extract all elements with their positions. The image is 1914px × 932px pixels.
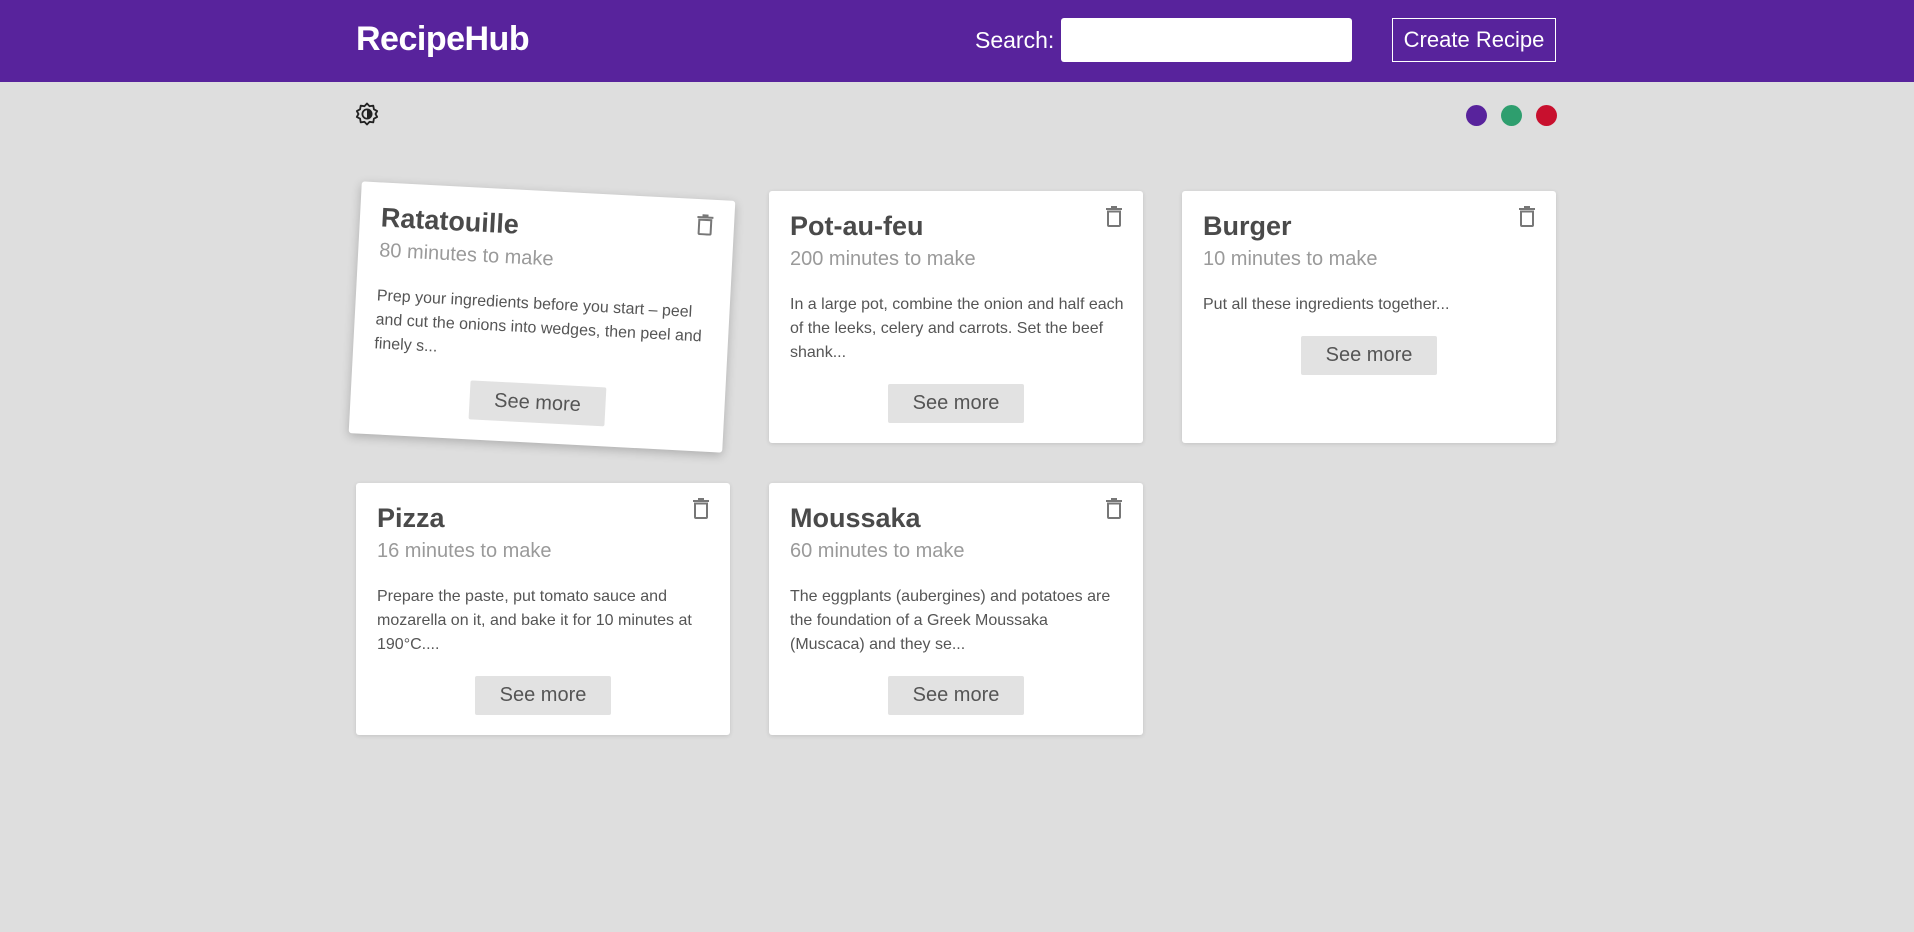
recipe-description: Put all these ingredients together...	[1203, 296, 1450, 313]
recipe-time: 16 minutes to make	[377, 540, 552, 562]
recipe-title: Burger	[1203, 211, 1292, 241]
app-logo[interactable]: RecipeHub	[356, 20, 530, 59]
recipe-time: 60 minutes to make	[790, 540, 965, 562]
delete-icon[interactable]	[1105, 497, 1123, 519]
delete-icon[interactable]	[1518, 205, 1536, 227]
recipe-title: Pot-au-feu	[790, 211, 924, 241]
recipe-description: Prep your ingredients before you start –…	[373, 287, 703, 356]
see-more-button[interactable]: See more	[888, 384, 1024, 423]
recipe-card[interactable]: Pot-au-feu 200 minutes to make In a larg…	[769, 191, 1143, 443]
delete-icon[interactable]	[696, 213, 715, 236]
delete-icon[interactable]	[692, 497, 710, 519]
recipe-description: Prepare the paste, put tomato sauce and …	[377, 588, 692, 653]
see-more-button[interactable]: See more	[468, 380, 607, 427]
create-recipe-button[interactable]: Create Recipe	[1392, 18, 1556, 62]
delete-icon[interactable]	[1105, 205, 1123, 227]
recipe-description: In a large pot, combine the onion and ha…	[790, 296, 1124, 361]
brightness-icon[interactable]	[355, 102, 379, 126]
app-header: RecipeHub Search: Create Recipe	[0, 0, 1914, 82]
recipe-title: Moussaka	[790, 503, 921, 533]
recipe-time: 80 minutes to make	[378, 239, 555, 271]
theme-color-purple[interactable]	[1466, 105, 1487, 126]
see-more-button[interactable]: See more	[475, 676, 611, 715]
recipe-time: 10 minutes to make	[1203, 248, 1378, 270]
recipe-title: Ratatouille	[380, 202, 520, 240]
see-more-button[interactable]: See more	[1301, 336, 1437, 375]
recipe-time: 200 minutes to make	[790, 248, 976, 270]
theme-color-red[interactable]	[1536, 105, 1557, 126]
search-label: Search:	[975, 27, 1055, 53]
theme-color-green[interactable]	[1501, 105, 1522, 126]
recipe-card[interactable]: Burger 10 minutes to make Put all these …	[1182, 191, 1556, 443]
search-input[interactable]	[1061, 18, 1352, 62]
see-more-button[interactable]: See more	[888, 676, 1024, 715]
recipe-card[interactable]: Moussaka 60 minutes to make The eggplant…	[769, 483, 1143, 735]
recipe-title: Pizza	[377, 503, 445, 533]
recipe-card[interactable]: Ratatouille 80 minutes to make Prep your…	[348, 181, 736, 453]
recipe-description: The eggplants (aubergines) and potatoes …	[790, 588, 1111, 653]
recipe-card[interactable]: Pizza 16 minutes to make Prepare the pas…	[356, 483, 730, 735]
